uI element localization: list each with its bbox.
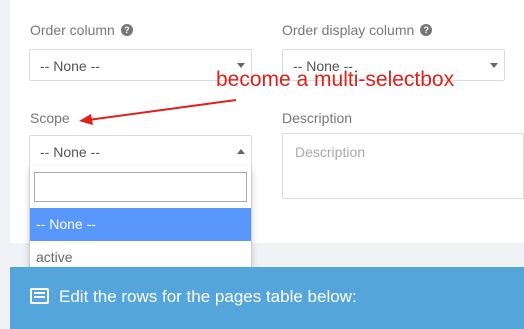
list-icon	[30, 288, 49, 304]
banner-title: Edit the rows for the pages table below:	[59, 287, 357, 306]
table-banner: Edit the rows for the pages table below:	[10, 267, 524, 329]
annotation-text: become a multi-selectbox	[216, 68, 455, 91]
